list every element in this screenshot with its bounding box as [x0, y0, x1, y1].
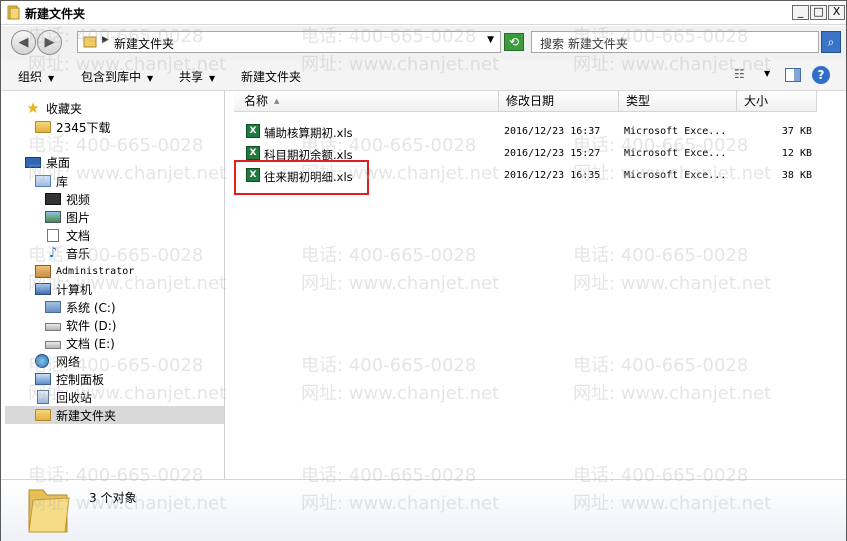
forward-button[interactable]: ▶ [37, 30, 62, 55]
address-row: ◀ ▶ ▶ 新建文件夹 ▼ ⟲ 搜索 新建文件夹 ⌕ [1, 26, 846, 60]
nav-current-folder[interactable]: 新建文件夹 [5, 406, 224, 424]
column-header-size[interactable]: 大小 [737, 91, 817, 112]
refresh-button[interactable]: ⟲ [504, 33, 524, 51]
file-date: 2016/12/23 16:37 [504, 126, 601, 137]
minimize-button[interactable]: _ [792, 5, 809, 20]
nav-videos[interactable]: 视频 [45, 190, 90, 208]
nav-computer[interactable]: 计算机 [35, 280, 92, 298]
drive-icon [45, 340, 61, 349]
desktop-icon [25, 156, 41, 168]
folder-icon [35, 121, 51, 133]
search-placeholder: 搜索 新建文件夹 [540, 37, 628, 51]
highlight-annotation [234, 160, 369, 195]
maximize-button[interactable]: □ [810, 5, 827, 20]
nav-control-panel[interactable]: 控制面板 [35, 370, 104, 388]
breadcrumb-current[interactable]: 新建文件夹 [114, 35, 174, 52]
explorer-window: 新建文件夹 _ □ X ◀ ▶ ▶ 新建文件夹 ▼ ⟲ 搜索 新建文件夹 ⌕ 组… [0, 0, 847, 541]
nav-user[interactable]: Administrator [35, 262, 134, 280]
nav-music[interactable]: ♪ 音乐 [45, 244, 90, 262]
file-name: 辅助核算期初.xls [264, 126, 353, 140]
nav-pictures[interactable]: 图片 [45, 208, 90, 226]
chevron-down-icon[interactable]: ▼ [764, 69, 770, 78]
control-panel-icon [35, 373, 51, 385]
breadcrumb-arrow-icon[interactable]: ▶ [102, 35, 109, 45]
user-icon [35, 264, 51, 278]
document-icon [47, 228, 59, 242]
computer-icon [35, 283, 51, 295]
item-count: 3 个对象 [89, 491, 137, 505]
excel-file-icon: X [246, 146, 260, 160]
search-input[interactable]: 搜索 新建文件夹 [531, 31, 819, 53]
forward-arrow-icon: ▶ [44, 35, 55, 50]
column-header-date[interactable]: 修改日期 [499, 91, 619, 112]
table-row[interactable]: X 科目期初余额.xls 2016/12/23 15:27 Microsoft … [234, 142, 820, 162]
chevron-down-icon: ▼ [48, 74, 55, 83]
nav-favorites[interactable]: ★ 收藏夹 [25, 99, 82, 117]
column-header-name[interactable]: 名称 ▲ [234, 91, 499, 112]
organize-menu[interactable]: 组织 ▼ [18, 68, 54, 85]
drive-icon [45, 322, 61, 331]
navigation-pane: ★ 收藏夹 2345下载 桌面 库 视频 图片 文档 ♪ 音乐 Administra… [1, 91, 225, 479]
search-icon[interactable]: ⌕ [821, 31, 841, 53]
title-bar: 新建文件夹 _ □ X [1, 1, 846, 25]
nav-recycle-bin[interactable]: 回收站 [35, 388, 92, 406]
chevron-down-icon: ▼ [147, 74, 154, 83]
new-folder-button[interactable]: 新建文件夹 [241, 68, 301, 85]
nav-documents[interactable]: 文档 [45, 226, 90, 244]
nav-drive-d[interactable]: 软件 (D:) [45, 316, 116, 334]
nav-downloads[interactable]: 2345下载 [35, 118, 111, 136]
star-icon: ★ [26, 99, 40, 117]
nav-library[interactable]: 库 [35, 172, 68, 190]
file-size: 37 KB [781, 126, 812, 137]
file-type: Microsoft Exce... [624, 170, 727, 181]
chevron-down-icon: ▼ [209, 74, 216, 83]
picture-icon [45, 211, 61, 223]
file-date: 2016/12/23 15:27 [504, 148, 601, 159]
music-note-icon: ♪ [48, 245, 58, 261]
recycle-bin-icon [37, 390, 49, 404]
table-row[interactable]: X 辅助核算期初.xls 2016/12/23 16:37 Microsoft … [234, 120, 820, 140]
folder-icon [83, 36, 97, 48]
close-button[interactable]: X [828, 5, 845, 20]
nav-network[interactable]: 网络 [35, 352, 80, 370]
address-dropdown-icon[interactable]: ▼ [487, 35, 494, 45]
share-menu[interactable]: 共享 ▼ [179, 68, 215, 85]
file-date: 2016/12/23 16:35 [504, 170, 601, 181]
system-drive-icon [45, 301, 61, 313]
back-arrow-icon: ◀ [18, 35, 29, 50]
nav-desktop[interactable]: 桌面 [25, 153, 70, 171]
details-pane: 3 个对象 [1, 479, 846, 541]
folder-icon [28, 489, 70, 533]
file-type: Microsoft Exce... [624, 148, 727, 159]
nav-drive-e[interactable]: 文档 (E:) [45, 334, 115, 352]
window-title: 新建文件夹 [25, 7, 86, 21]
file-size: 12 KB [781, 148, 812, 159]
file-type: Microsoft Exce... [624, 126, 727, 137]
view-options-icon[interactable]: ☷ [734, 67, 745, 81]
file-size: 38 KB [781, 170, 812, 181]
back-button[interactable]: ◀ [11, 30, 36, 55]
library-icon [35, 175, 51, 187]
address-bar[interactable]: ▶ 新建文件夹 ▼ [77, 31, 501, 53]
folder-icon [7, 5, 20, 20]
preview-pane-icon[interactable] [785, 68, 801, 82]
sort-up-icon: ▲ [274, 97, 280, 105]
include-in-library-menu[interactable]: 包含到库中 ▼ [81, 68, 153, 85]
command-bar: 组织 ▼ 包含到库中 ▼ 共享 ▼ 新建文件夹 ☷ ▼ ? [1, 60, 846, 91]
network-icon [35, 354, 49, 368]
video-icon [45, 193, 61, 205]
column-header-type[interactable]: 类型 [619, 91, 737, 112]
file-list: 名称 ▲ 修改日期 类型 大小 X 辅助核算期初.xls 2016/12/23 1… [226, 91, 846, 479]
help-icon[interactable]: ? [812, 66, 830, 84]
excel-file-icon: X [246, 124, 260, 138]
folder-icon [35, 409, 51, 421]
nav-drive-c[interactable]: 系统 (C:) [45, 298, 116, 316]
